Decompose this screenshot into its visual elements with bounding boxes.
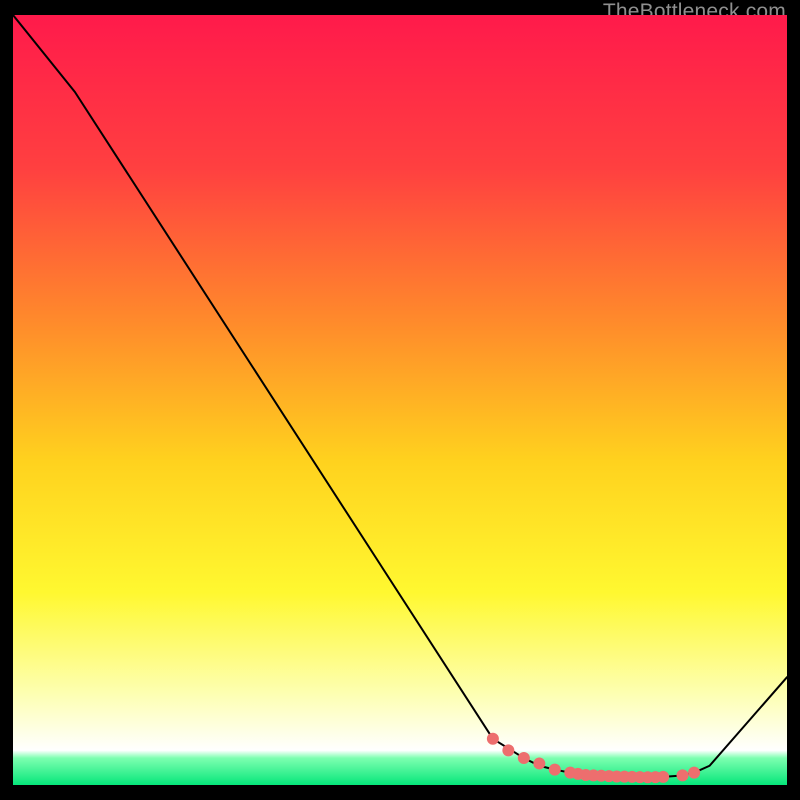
highlight-dot	[677, 769, 689, 781]
highlight-dot	[688, 767, 700, 779]
highlight-dot	[549, 764, 561, 776]
highlight-dot	[518, 752, 530, 764]
highlight-dot	[502, 744, 514, 756]
highlight-dot	[657, 771, 669, 783]
chart-svg	[13, 15, 787, 785]
highlight-dot	[487, 733, 499, 745]
highlight-dot	[533, 757, 545, 769]
gradient-background	[13, 15, 787, 785]
